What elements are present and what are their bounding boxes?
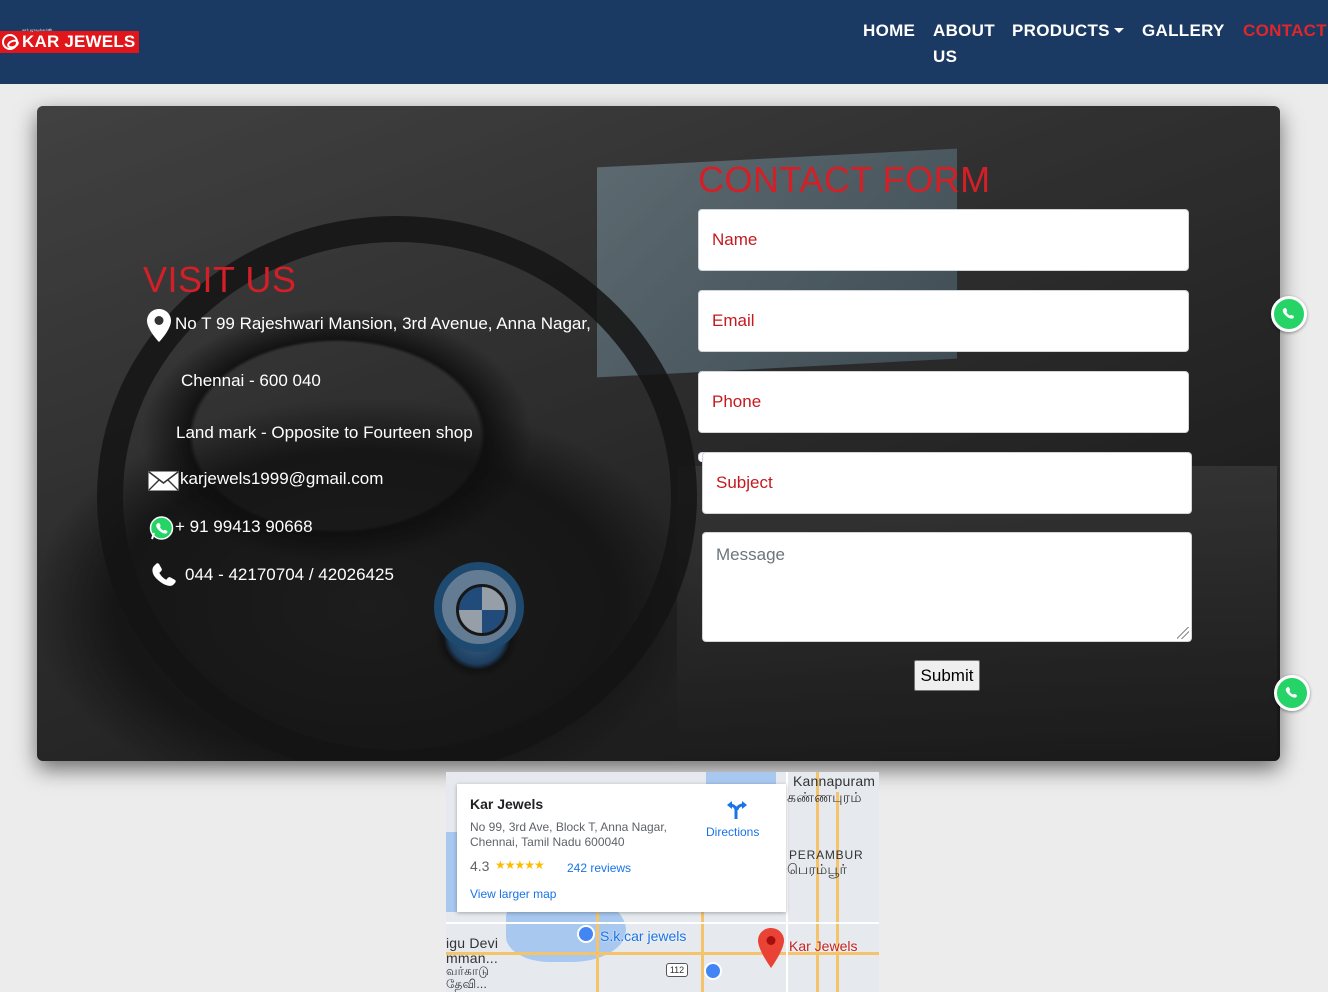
brand-tagline: கார் ஜுவல்லர்ஸ் — [22, 27, 53, 32]
whatsapp-icon — [149, 516, 174, 540]
phone-icon — [152, 563, 176, 586]
map-label-perambur: PERAMBUR — [789, 848, 864, 862]
location-pin-icon — [147, 309, 171, 342]
whatsapp-float-button-2[interactable] — [1274, 675, 1310, 711]
message-textarea[interactable]: Message — [702, 532, 1192, 642]
map-place-card: Kar Jewels No 99, 3rd Ave, Block T, Anna… — [457, 784, 786, 912]
nav-products-label: PRODUCTS — [1012, 21, 1110, 40]
nav-gallery[interactable]: GALLERY — [1142, 18, 1225, 44]
nav-home[interactable]: HOME — [863, 18, 915, 44]
map-label-perambur-ta: பெரம்பூர் — [787, 861, 847, 877]
map-label-sk-car-jewels[interactable]: S.k.car jewels — [600, 928, 686, 944]
highway-badge: 112 — [666, 963, 688, 977]
map-label-devi-ta: தேவி... — [446, 977, 487, 991]
brand-name: KAR JEWELS — [22, 32, 136, 51]
map-pin-icon[interactable] — [758, 928, 784, 968]
shop-poi-icon[interactable] — [577, 925, 595, 943]
map-pin-label: Kar Jewels — [789, 938, 858, 954]
landmark-text: Land mark - Opposite to Fourteen shop — [176, 423, 473, 442]
navbar: கார் ஜுவல்லர்ஸ் KAR JEWELS HOME ABOUT US… — [0, 0, 1328, 84]
contact-form-title: CONTACT FORM — [698, 159, 991, 200]
whatsapp-icon — [1282, 307, 1294, 319]
place-address: No 99, 3rd Ave, Block T, Anna Nagar, Che… — [470, 820, 668, 849]
map-label-kannapuram-ta: கண்ணபுரம் — [787, 789, 862, 805]
directions-link[interactable]: Directions — [706, 825, 759, 839]
whatsapp-icon — [1285, 686, 1297, 698]
ring-icon — [2, 34, 18, 50]
email-field[interactable]: Email — [698, 290, 1189, 352]
google-map-embed[interactable]: Kannapuram கண்ணபுரம் PERAMBUR பெரம்பூர் … — [446, 772, 879, 992]
email-link[interactable]: karjewels1999@gmail.com — [180, 468, 383, 490]
submit-button[interactable]: Submit — [914, 660, 980, 691]
place-name: Kar Jewels — [470, 796, 544, 812]
brand-logo[interactable]: கார் ஜுவல்லர்ஸ் KAR JEWELS — [0, 27, 139, 53]
email-icon — [148, 471, 179, 491]
chevron-down-icon — [1113, 27, 1124, 33]
address-line-1: No T 99 Rajeshwari Mansion, 3rd Avenue, … — [175, 314, 591, 333]
phone-field[interactable]: Phone — [698, 371, 1189, 433]
whatsapp-float-button[interactable] — [1271, 296, 1307, 332]
resize-handle-icon[interactable] — [1177, 627, 1189, 639]
shop-poi-icon-2[interactable] — [704, 962, 722, 980]
nav-contact[interactable]: CONTACT — [1243, 18, 1327, 44]
whatsapp-number[interactable]: + 91 99413 90668 — [175, 516, 313, 538]
visit-us-title: VISIT US — [143, 259, 297, 300]
directions-icon[interactable] — [726, 798, 748, 820]
view-larger-map-link[interactable]: View larger map — [470, 887, 556, 901]
map-label-kannapuram: Kannapuram — [793, 773, 876, 789]
reviews-link[interactable]: 242 reviews — [567, 861, 631, 875]
name-field[interactable]: Name — [698, 209, 1189, 271]
star-rating-icon: ★★★★★ — [495, 858, 545, 872]
nav-about-us[interactable]: ABOUT US — [933, 18, 1003, 70]
nav-products[interactable]: PRODUCTS — [1012, 18, 1124, 44]
address-line-2: Chennai - 600 040 — [181, 371, 321, 390]
message-placeholder: Message — [716, 545, 785, 564]
subject-field[interactable]: Subject — [702, 452, 1192, 514]
place-rating: 4.3 — [470, 858, 490, 874]
landline-phone[interactable]: 044 - 42170704 / 42026425 — [185, 564, 394, 586]
map-label-igu-devi: igu Devi — [446, 935, 499, 951]
